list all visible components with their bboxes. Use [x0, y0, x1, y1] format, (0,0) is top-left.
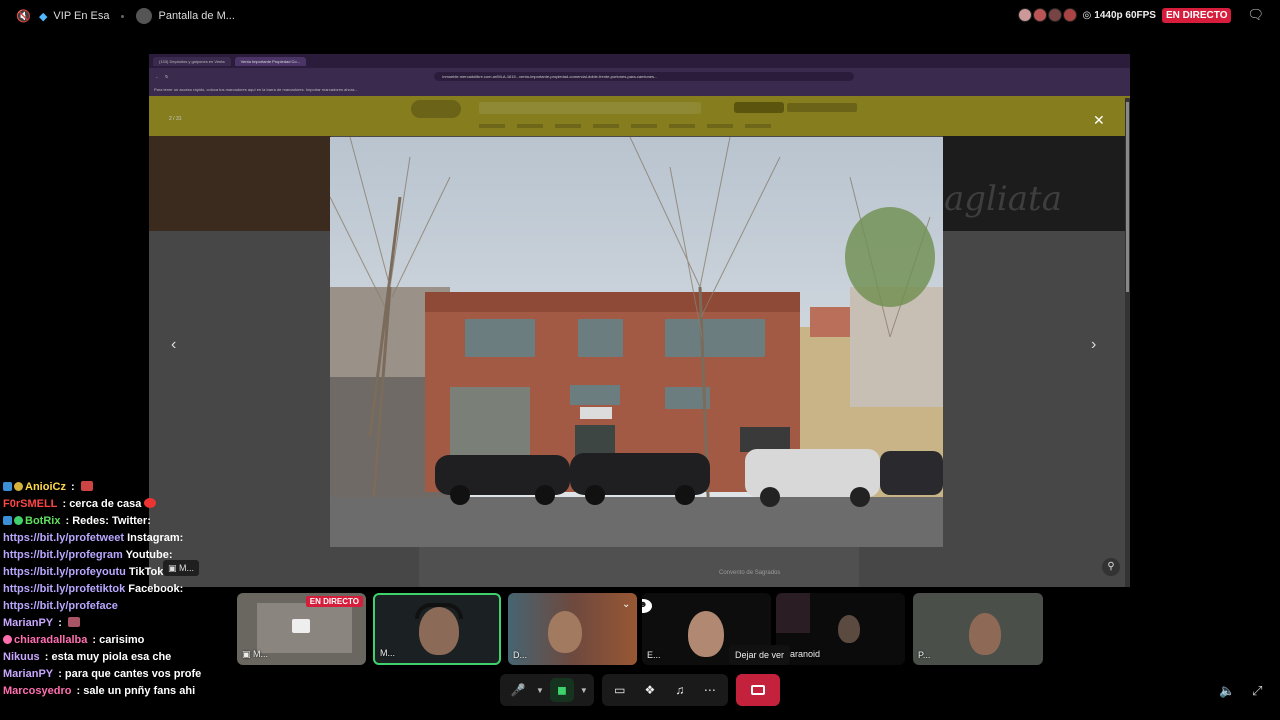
chat-message: https://bit.ly/profetweet Instagram: [3, 532, 184, 544]
participant-video [688, 611, 724, 657]
live-badge: EN DIRECTO [305, 596, 363, 607]
activities-icon[interactable]: ❖ [638, 678, 662, 702]
site-header: 2 / 31 [149, 96, 1130, 136]
browser-tab-active[interactable]: Venta Importante Propiedad Co... [234, 56, 306, 66]
participant-tile-speaking[interactable]: M... [373, 593, 501, 665]
participant-tile[interactable]: ⌄ D... [508, 593, 637, 665]
image-counter: 2 / 31 [169, 116, 182, 122]
participant-video [969, 613, 1001, 655]
verified-icon [14, 516, 23, 525]
add-user-icon[interactable]: ☻ [642, 599, 652, 613]
avatar [1062, 8, 1077, 22]
chat-message: MarianPY : para que cantes vos profe [3, 668, 202, 680]
volume-icon[interactable]: 🔈 [1219, 683, 1235, 699]
chat-message: https://bit.ly/profetiktok Facebook: [3, 583, 184, 595]
chat-overlay: AnioiCz : F0rSMELL : cerca de casa BotRi… [3, 479, 233, 700]
stream-chip[interactable]: ▣ M... [163, 560, 200, 576]
chat-message: Nikuus : esta muy piola esa che [3, 651, 172, 663]
participant-name: E... [647, 650, 661, 660]
participant-name: ▣ M... [242, 649, 269, 659]
site-logo [411, 100, 461, 118]
chevron-down-icon[interactable]: ▼ [536, 686, 544, 695]
chat-message: MarianPY : [3, 615, 233, 632]
badge-icon [3, 635, 12, 644]
chat-message: F0rSMELL : cerca de casa [3, 496, 233, 513]
participant-video [548, 611, 582, 653]
microphone-icon[interactable]: 🎤 [506, 678, 530, 702]
camera-icon[interactable]: ◼ [549, 678, 574, 702]
badge-icon [3, 516, 12, 525]
screen-icon: ▣ [168, 563, 177, 573]
chevron-down-icon[interactable]: ⌄ [622, 599, 630, 610]
shipping-promo [787, 103, 857, 112]
chat-message: BotRix : Redes: Twitter: [3, 513, 233, 530]
minimize-icon[interactable]: ⤢ [1252, 683, 1262, 699]
chevron-down-icon[interactable]: ▼ [580, 686, 588, 695]
more-icon[interactable]: ⋯ [698, 678, 722, 702]
bookmarks-bar: Para tener un acceso rápido, coloca tus … [149, 84, 1130, 96]
site-search [479, 102, 701, 114]
quality-icon: ◎ [1082, 9, 1092, 21]
url-bar[interactable]: inmueble.mercadolibre.com.ar/MLA-1615...… [434, 71, 855, 81]
browser-toolbar: ← ↻ inmueble.mercadolibre.com.ar/MLA-161… [149, 68, 1130, 84]
watermark-text: agliata [944, 179, 1062, 219]
browser-tab[interactable]: (133) Depósitos y galpones en Venta [153, 56, 231, 66]
participant-tile[interactable]: aranoid [776, 593, 905, 665]
close-icon[interactable]: ✕ [1093, 112, 1105, 129]
speaker-muted-icon[interactable]: 🔇 [16, 9, 31, 23]
emote-icon [80, 481, 93, 491]
background-thumb-left [149, 136, 331, 231]
chat-message: AnioiCz : [3, 479, 233, 496]
participant-video [838, 615, 860, 643]
badge-icon [14, 482, 23, 491]
streamer-avatar [136, 8, 153, 24]
property-photo [330, 137, 943, 547]
map-preview: Convento de Sagrados [419, 547, 859, 587]
screen-share-icon[interactable]: ▭ [608, 678, 632, 702]
participant-name: M... [380, 648, 395, 658]
tooltip: Dejar de ver [729, 645, 791, 665]
server-name[interactable]: ◆ VIP En Esa [39, 10, 110, 23]
soundboard-icon[interactable]: ♫ [668, 678, 692, 702]
participant-name: aranoid [790, 649, 821, 659]
top-bar: 🔇 ◆ VIP En Esa Pantalla de M... ◎ 1440p … [0, 0, 1280, 32]
mic-camera-group: 🎤 ▼ ◼ ▼ [500, 674, 594, 706]
participant-name: P... [918, 650, 931, 660]
participant-tile[interactable]: P... [913, 593, 1043, 665]
chat-bubble-icon[interactable]: 🗨 [1247, 7, 1264, 23]
separator [121, 14, 125, 18]
next-arrow-icon[interactable]: › [1091, 336, 1096, 354]
participant-name: D... [513, 650, 528, 660]
chat-message: Marcosyedro : sale un pnñy fans ahi [3, 685, 196, 697]
scrollbar[interactable] [1125, 98, 1130, 587]
stop-watching-icon [750, 685, 765, 695]
activity-group: ▭ ❖ ♫ ⋯ [601, 674, 728, 706]
back-icon[interactable]: ← [155, 74, 159, 79]
shipping-badge [734, 102, 784, 113]
chat-message: chiaradallalba : carisimo [3, 632, 233, 649]
gem-icon: ◆ [38, 10, 48, 23]
heart-emote-icon [144, 498, 157, 508]
shared-screen[interactable]: (133) Depósitos y galpones en Venta Vent… [149, 54, 1130, 587]
avatar [1017, 8, 1032, 22]
badge-icon [3, 482, 12, 491]
viewer-avatars[interactable] [1017, 8, 1077, 22]
live-badge: EN DIRECTO [1161, 7, 1232, 23]
avatar [1032, 8, 1047, 22]
browser-tabbar: (133) Depósitos y galpones en Venta Vent… [149, 54, 1130, 68]
stop-watching-button[interactable] [735, 674, 780, 706]
zoom-icon[interactable]: ⚲ [1102, 558, 1120, 576]
participant-tile[interactable]: EN DIRECTO ▣ M... [237, 593, 366, 665]
emote-icon [67, 617, 80, 627]
site-nav [479, 124, 771, 128]
screen-share-icon [292, 619, 310, 633]
call-controls: 🎤 ▼ ◼ ▼ ▭ ❖ ♫ ⋯ [500, 674, 780, 706]
avatar [1047, 8, 1062, 22]
headphones-icon [415, 603, 463, 619]
reload-icon[interactable]: ↻ [165, 74, 168, 79]
prev-arrow-icon[interactable]: ‹ [171, 336, 176, 354]
chat-message: https://bit.ly/profeface [3, 600, 118, 612]
quality-indicator: ◎ 1440p 60FPS [1082, 9, 1156, 21]
stream-title: Pantalla de M... [136, 8, 235, 24]
